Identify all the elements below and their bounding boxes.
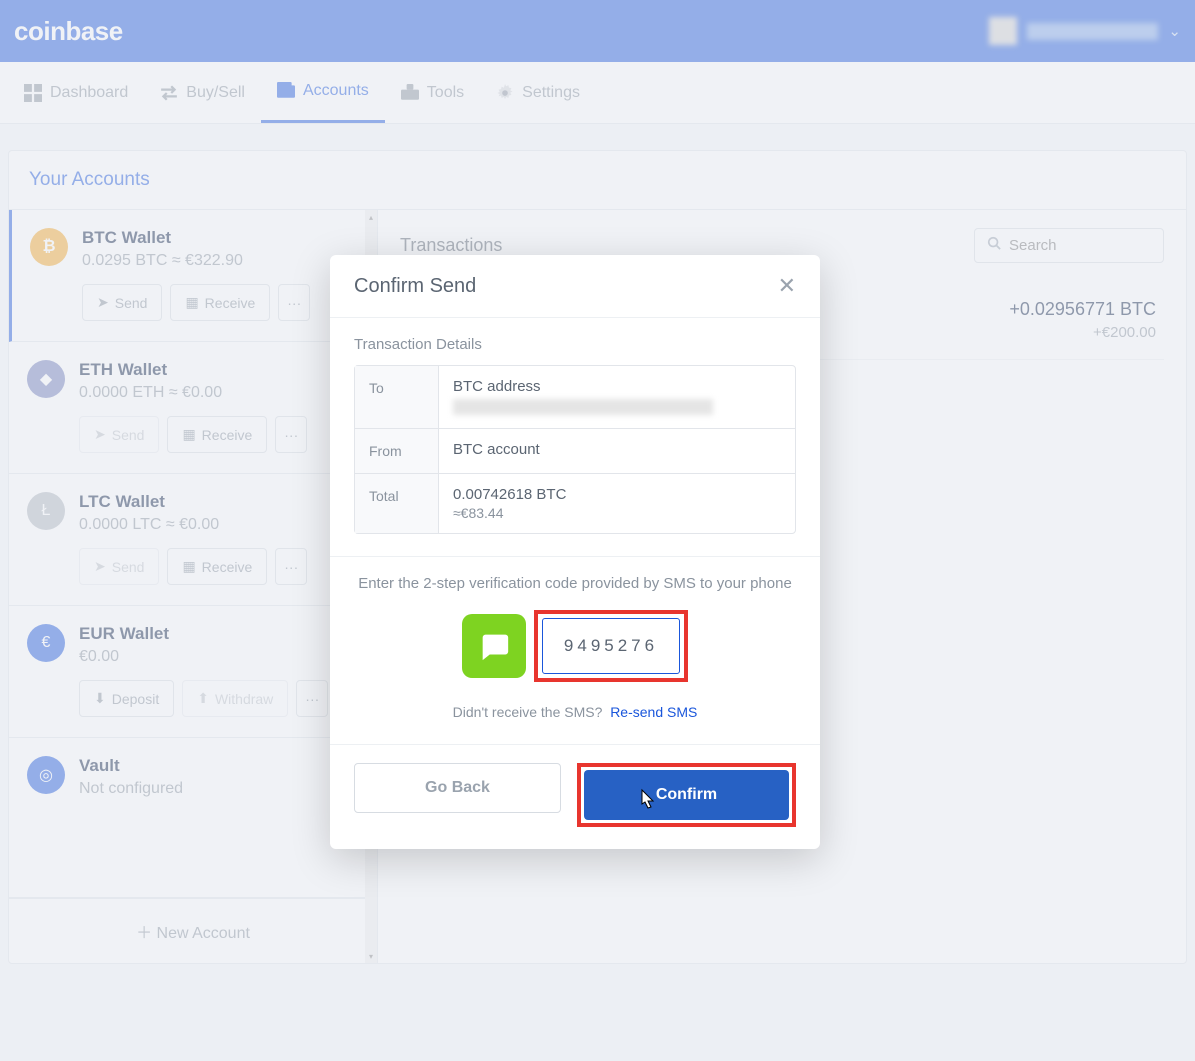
close-icon[interactable]: ✕ [778, 273, 796, 299]
confirm-highlight: Confirm [577, 763, 796, 827]
verification-instruction: Enter the 2-step verification code provi… [354, 575, 796, 592]
code-highlight [534, 610, 688, 682]
verification-code-input[interactable] [542, 618, 680, 674]
row-label-to: To [355, 366, 439, 428]
confirm-send-modal: Confirm Send ✕ Transaction Details To BT… [330, 255, 820, 849]
modal-title: Confirm Send [354, 275, 476, 298]
resend-question: Didn't receive the SMS? [453, 704, 603, 720]
sms-icon [462, 614, 526, 678]
to-value: BTC address [453, 378, 781, 395]
row-label-from: From [355, 429, 439, 473]
from-value: BTC account [439, 429, 795, 473]
total-crypto: 0.00742618 BTC [453, 486, 781, 503]
total-fiat: ≈€83.44 [453, 505, 781, 521]
go-back-button[interactable]: Go Back [354, 763, 561, 813]
confirm-button[interactable]: Confirm [584, 770, 789, 820]
to-address-redacted: ████████████████████ [453, 399, 713, 415]
modal-subtitle: Transaction Details [354, 336, 796, 353]
resend-sms-link[interactable]: Re-send SMS [610, 704, 697, 720]
transaction-details-table: To BTC address ████████████████████ From… [354, 365, 796, 534]
row-label-total: Total [355, 474, 439, 533]
